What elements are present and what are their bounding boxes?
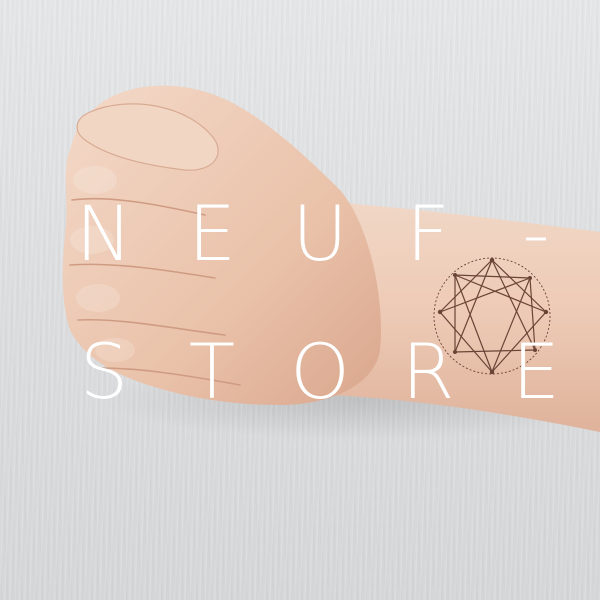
fist-tattoo-photo: [62, 85, 600, 440]
hero-image: N E U F - S T O R E: [0, 0, 600, 600]
